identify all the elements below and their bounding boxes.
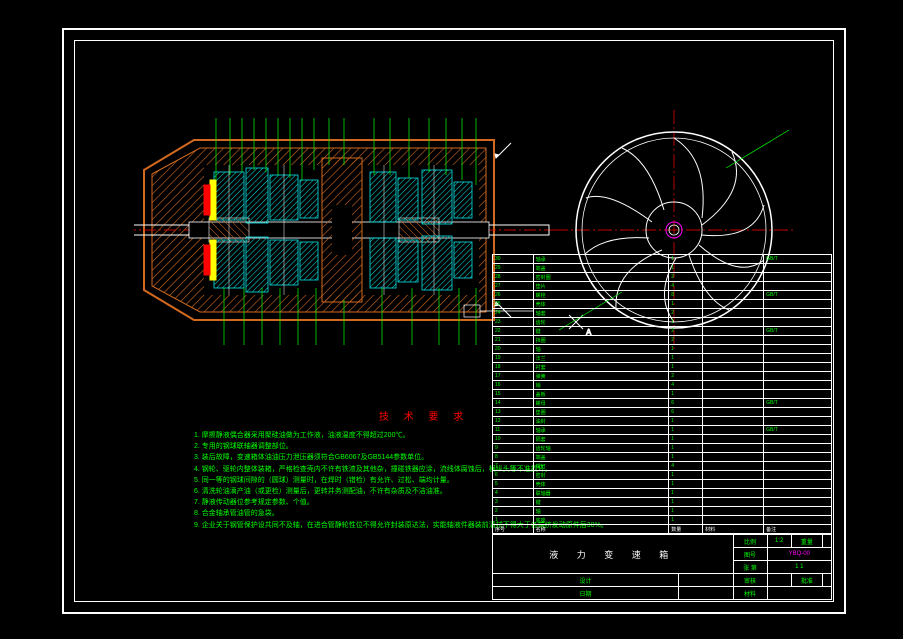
bom-row: 6密封1 bbox=[493, 471, 832, 480]
bom-row: 16销4 bbox=[493, 381, 832, 390]
bom-row: 1底座1 bbox=[493, 516, 832, 525]
bom-row: 13垫圈6 bbox=[493, 408, 832, 417]
bom-and-titleblock: 30轴承1GB/T29端盖128密封圈227垫片426螺栓8GB/T25壳体12… bbox=[492, 254, 832, 600]
bom-table: 30轴承1GB/T29端盖128密封圈227垫片426螺栓8GB/T25壳体12… bbox=[492, 254, 832, 534]
bom-row: 20轴1 bbox=[493, 345, 832, 354]
bom-row: 12油封1 bbox=[493, 417, 832, 426]
title-block: 液 力 变 速 箱 比例 1:2 重量 图号 YBQ-00 张 第 1 1 设计… bbox=[492, 534, 832, 600]
bom-row: 8端盖1 bbox=[493, 453, 832, 462]
bom-row: 30轴承1GB/T bbox=[493, 255, 832, 264]
bom-row: 7螺钉4 bbox=[493, 462, 832, 471]
bom-row: 18衬套1 bbox=[493, 363, 832, 372]
bom-row: 22键2GB/T bbox=[493, 327, 832, 336]
bom-row: 27垫片4 bbox=[493, 282, 832, 291]
bom-row: 24轴套2 bbox=[493, 309, 832, 318]
bom-row: 10隔套1 bbox=[493, 435, 832, 444]
bom-row: 25壳体1 bbox=[493, 300, 832, 309]
drawing-number: YBQ-00 bbox=[767, 548, 831, 561]
drawing-frame: A 技 术 要 求 1. 摩擦静液偶合器采用聚硅油做为工作液，油液温度不得超过2… bbox=[62, 28, 846, 614]
drawing-title: 液 力 变 速 箱 bbox=[493, 535, 734, 574]
bom-row: 28密封圈2 bbox=[493, 273, 832, 282]
bom-row: 4联轴器1 bbox=[493, 489, 832, 498]
bom-row: 17弹簧2 bbox=[493, 372, 832, 381]
bom-row: 15盖板1 bbox=[493, 390, 832, 399]
bom-row: 5壳体1 bbox=[493, 480, 832, 489]
section-view bbox=[134, 110, 554, 370]
bom-row: 19法兰1 bbox=[493, 354, 832, 363]
bom-row: 23齿轮1 bbox=[493, 318, 832, 327]
bom-header: 序号名称数量材料备注 bbox=[493, 525, 832, 534]
bom-row: 26螺栓8GB/T bbox=[493, 291, 832, 300]
bom-row: 9齿轮轴1 bbox=[493, 444, 832, 453]
bom-row: 3键1 bbox=[493, 498, 832, 507]
bom-row: 11轴承1GB/T bbox=[493, 426, 832, 435]
bom-row: 2轴1 bbox=[493, 507, 832, 516]
bom-row: 21挡圈2 bbox=[493, 336, 832, 345]
bom-row: 29端盖1 bbox=[493, 264, 832, 273]
bom-row: 14螺母6GB/T bbox=[493, 399, 832, 408]
